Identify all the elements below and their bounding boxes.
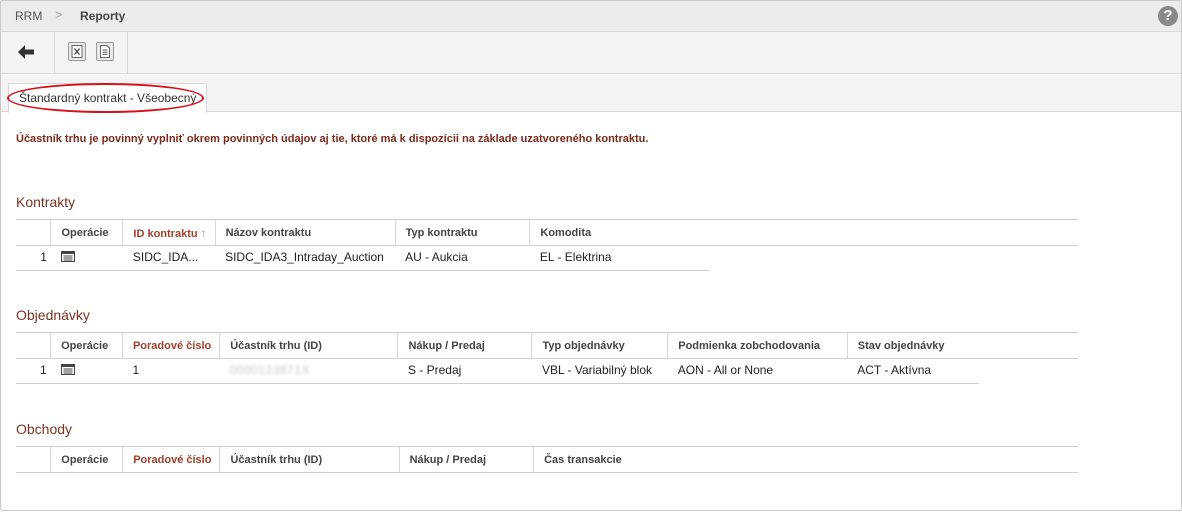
column-header-id-kontraktu[interactable]: ID kontraktu ↑ <box>122 219 216 246</box>
column-header-number <box>16 219 51 246</box>
cell-podmienka: AON - All or None <box>677 363 774 378</box>
column-header-komodita[interactable]: Komodita <box>529 219 1078 246</box>
breadcrumb-separator: > <box>55 7 63 22</box>
row-operations <box>51 359 123 382</box>
column-header-podmienka[interactable]: Podmienka zobchodovania <box>667 332 848 359</box>
section-title-obchody: Obchody <box>16 421 73 437</box>
cell-id-kontraktu: SIDC_IDA... <box>132 250 199 265</box>
column-header-number <box>16 446 51 473</box>
row-number: 1 <box>39 363 47 378</box>
table-row[interactable]: 1 1 0000123871X S - Predaj VBL - Variabi… <box>16 359 1078 382</box>
cell-komodita: EL - Elektrina <box>539 250 612 265</box>
section-title-kontrakty: Kontrakty <box>16 194 76 210</box>
column-header-poradove-cislo[interactable]: Poradové číslo <box>121 332 220 359</box>
toolbar-divider <box>127 32 128 73</box>
column-header-operacie[interactable]: Operácie <box>50 446 123 473</box>
row-number: 1 <box>40 250 47 265</box>
table-header-row: Operácie ID kontraktu ↑ Názov kontraktu T… <box>16 219 1078 246</box>
section-title-objednavky: Objednávky <box>16 307 90 323</box>
excel-export-icon[interactable] <box>68 42 86 61</box>
report-window: RRM > Reporty ? Štandardný kontrakt - Vš… <box>0 0 1182 511</box>
kontrakty-table: Operácie ID kontraktu ↑ Názov kontraktu T… <box>16 219 1078 269</box>
breadcrumb: RRM > Reporty ? <box>1 1 1181 32</box>
row-detail-icon[interactable] <box>60 250 75 265</box>
column-header-number <box>16 332 51 359</box>
arrow-left-icon[interactable] <box>16 42 36 62</box>
column-header-operacie[interactable]: Operácie <box>50 332 123 359</box>
column-header-nakup-predaj[interactable]: Nákup / Predaj <box>397 332 532 359</box>
column-header-nazov-kontraktu[interactable]: Názov kontraktu <box>214 219 396 246</box>
participant-notice: Účastník trhu je povinný vyplniť okrem p… <box>16 133 649 145</box>
column-header-label: ID kontraktu <box>133 227 198 240</box>
column-header-ucastnik-trhu[interactable]: Účastník trhu (ID) <box>219 332 398 359</box>
cell-nazov-kontraktu: SIDC_IDA3_Intraday_Auction <box>225 250 384 265</box>
breadcrumb-current: Reporty <box>80 9 126 23</box>
objednavky-table: Operácie Poradové číslo Účastník trhu (I… <box>16 332 1078 382</box>
toolbar-divider <box>54 32 55 73</box>
table-header-row: Operácie Poradové číslo Účastník trhu (I… <box>16 446 1078 473</box>
row-detail-icon[interactable] <box>60 363 75 378</box>
tab-standard-contract[interactable]: Štandardný kontrakt - Všeobecný <box>8 83 208 113</box>
cell-typ-kontraktu: AU - Aukcia <box>405 250 468 265</box>
row-divider <box>16 383 979 384</box>
column-header-poradove-cislo[interactable]: Poradové číslo <box>122 446 220 473</box>
column-header-typ-objednavky[interactable]: Typ objednávky <box>531 332 668 359</box>
row-operations <box>51 246 123 269</box>
cell-typ-objednavky: VBL - Variabilný blok <box>541 363 652 378</box>
row-divider <box>16 270 709 271</box>
tab-strip: Štandardný kontrakt - Všeobecný <box>1 75 1181 113</box>
cell-ucastnik-trhu: 0000123871X <box>220 359 398 382</box>
column-header-stav-objednavky[interactable]: Stav objednávky <box>846 332 1078 359</box>
column-header-ucastnik-trhu[interactable]: Účastník trhu (ID) <box>219 446 400 473</box>
document-export-icon[interactable] <box>96 42 114 61</box>
table-header-row: Operácie Poradové číslo Účastník trhu (I… <box>16 332 1078 359</box>
cell-poradove-cislo: 1 <box>132 363 140 378</box>
cell-stav-objednavky: ACT - Aktívna <box>857 363 932 378</box>
column-header-operacie[interactable]: Operácie <box>50 219 123 246</box>
sort-ascending-icon: ↑ <box>200 225 207 240</box>
breadcrumb-root[interactable]: RRM <box>15 9 42 23</box>
help-icon[interactable]: ? <box>1158 6 1178 26</box>
column-header-cas-transakcie[interactable]: Čas transakcie <box>533 446 1078 473</box>
obchody-table: Operácie Poradové číslo Účastník trhu (I… <box>16 446 1078 473</box>
toolbar <box>1 32 1181 74</box>
column-header-typ-kontraktu[interactable]: Typ kontraktu <box>394 219 530 246</box>
cell-nakup-predaj: S - Predaj <box>407 363 462 378</box>
column-header-nakup-predaj[interactable]: Nákup / Predaj <box>398 446 534 473</box>
table-row[interactable]: 1 SIDC_IDA... SIDC_IDA3_Intraday_Auction… <box>16 246 1078 269</box>
redacted-participant-id: 0000123871X <box>229 363 310 378</box>
